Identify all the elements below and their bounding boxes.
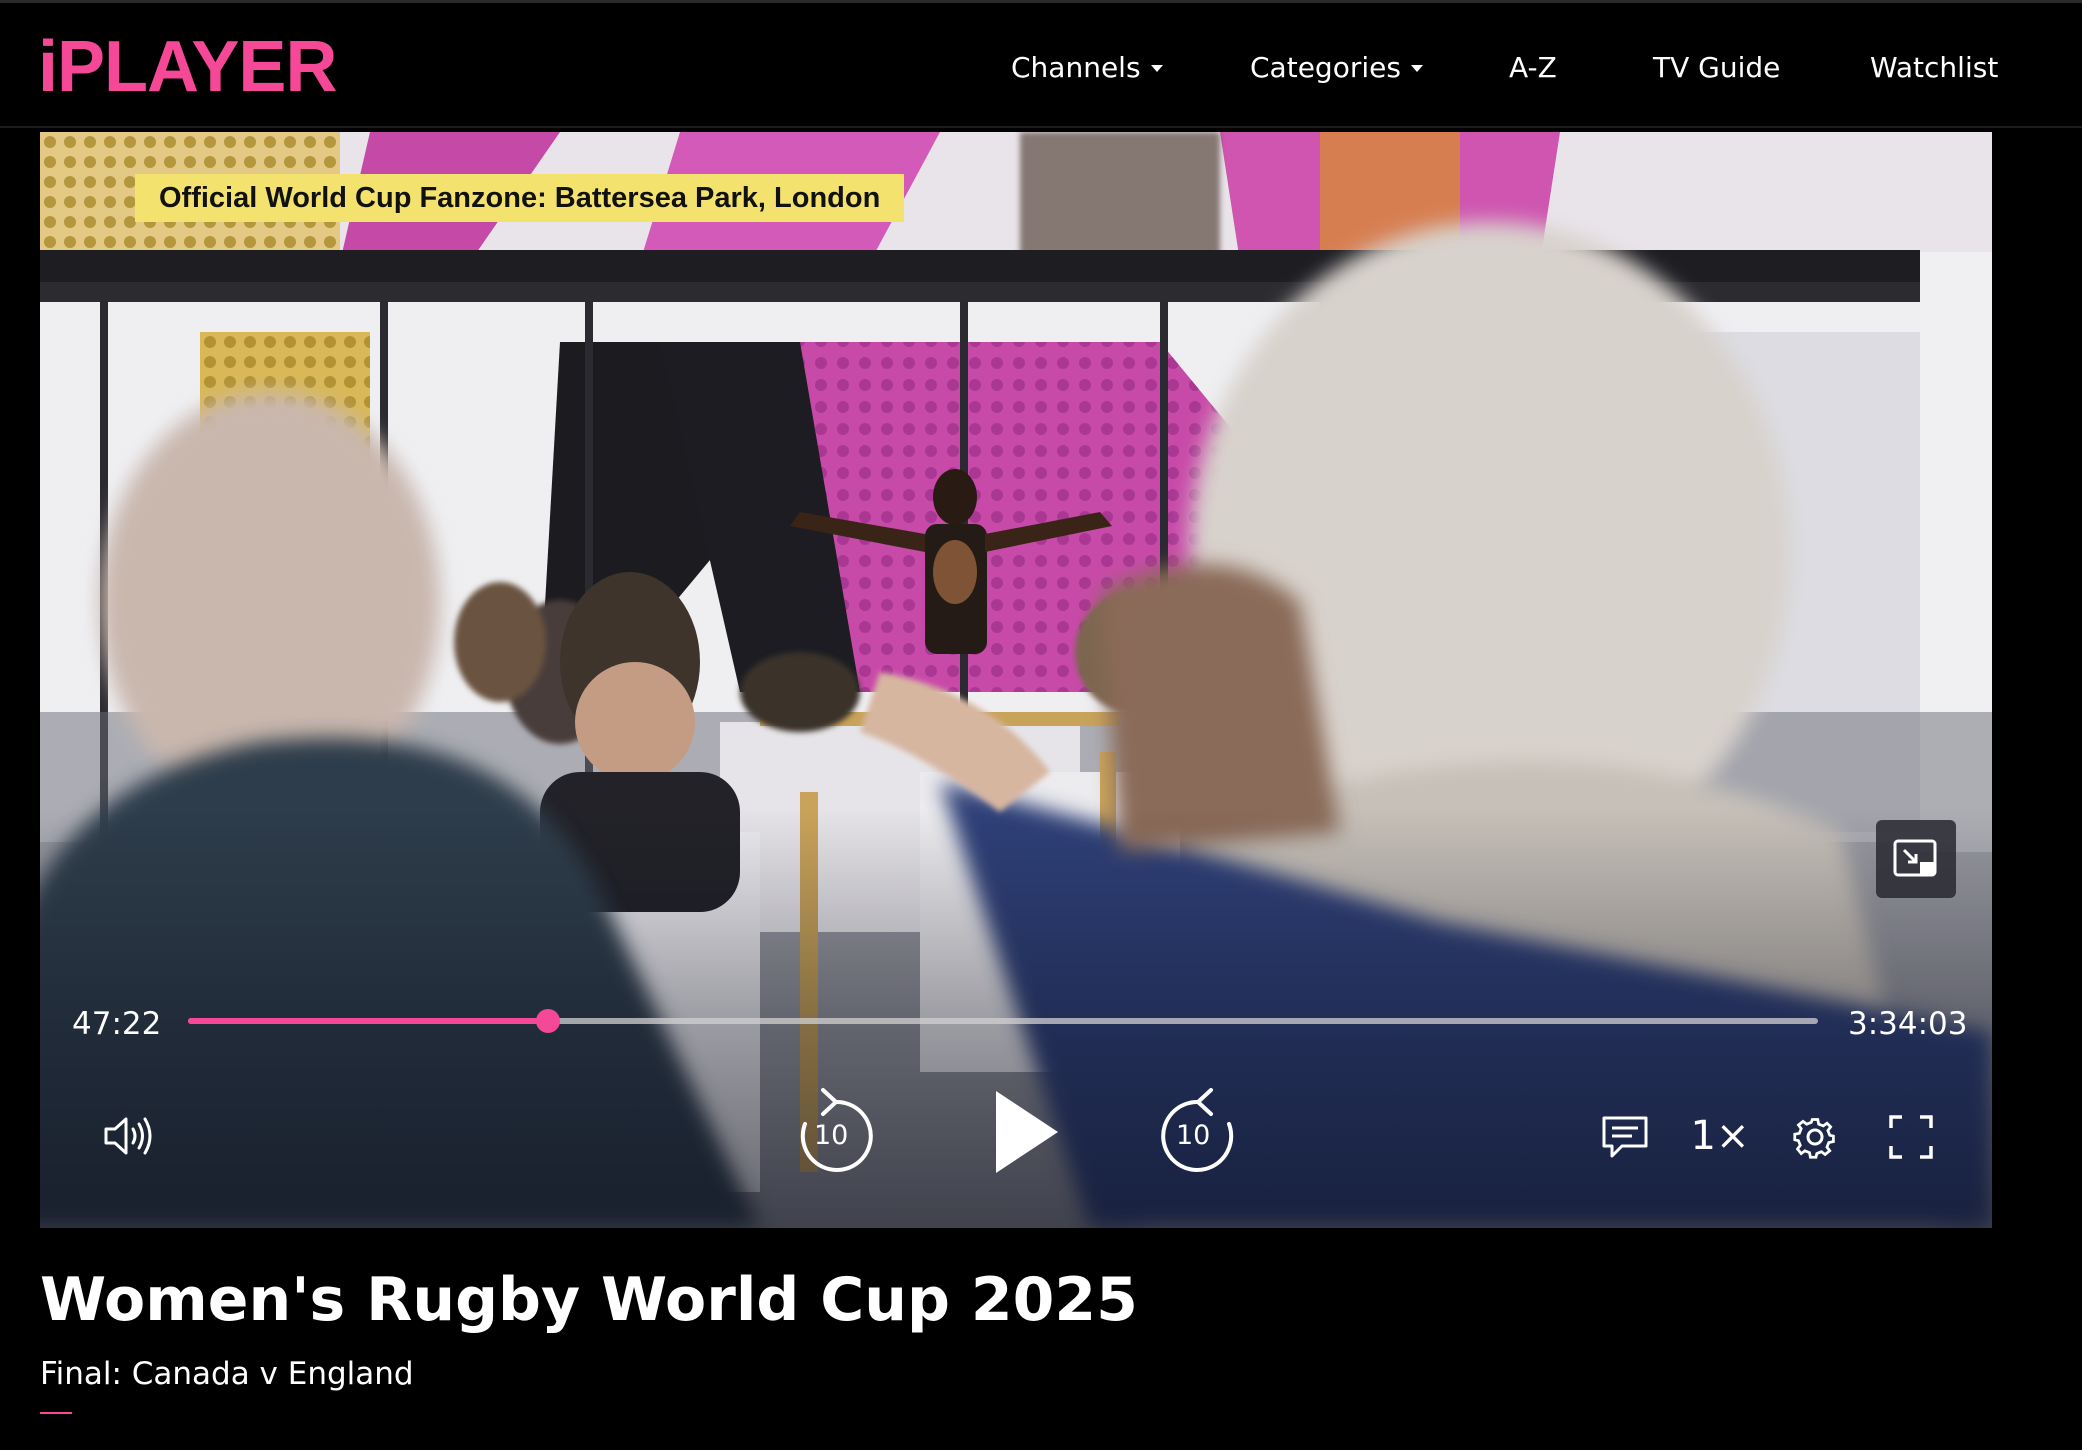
skip-back-seconds: 10 (814, 1120, 849, 1151)
video-player[interactable]: Official World Cup Fanzone: Battersea Pa… (40, 132, 1992, 1228)
total-duration: 3:34:03 (1848, 1006, 1968, 1042)
broadcast-caption: Official World Cup Fanzone: Battersea Pa… (135, 174, 905, 222)
skip-back-button[interactable]: 10 (790, 1084, 882, 1180)
progress-bar[interactable] (188, 1009, 1818, 1033)
nav-tv-guide-label: TV Guide (1653, 50, 1781, 84)
skip-forward-button[interactable]: 10 (1152, 1084, 1244, 1180)
fullscreen-button[interactable] (1876, 1102, 1946, 1172)
nav-a-z-label: A-Z (1509, 50, 1557, 84)
fullscreen-icon (1889, 1115, 1933, 1159)
volume-icon (104, 1117, 152, 1155)
picture-in-picture-icon (1893, 839, 1937, 877)
volume-button[interactable] (96, 1104, 160, 1168)
nav-watchlist-label: Watchlist (1870, 50, 1999, 84)
playback-speed-button[interactable]: 1× (1680, 1098, 1760, 1174)
accent-divider (40, 1412, 72, 1414)
nav-channels[interactable]: Channels (1011, 47, 1163, 87)
subtitles-button[interactable] (1590, 1102, 1660, 1172)
playback-speed-label: 1× (1690, 1113, 1750, 1159)
current-time: 47:22 (72, 1006, 162, 1042)
progress-fill (188, 1018, 549, 1024)
subtitles-icon (1602, 1116, 1648, 1158)
play-button[interactable] (985, 1082, 1065, 1182)
gear-icon (1793, 1118, 1835, 1159)
nav-watchlist[interactable]: Watchlist (1870, 47, 1998, 87)
settings-button[interactable] (1780, 1102, 1850, 1172)
programme-title: Women's Rugby World Cup 2025 (40, 1265, 1138, 1335)
top-navigation-bar: iPLAYER Channels Categories A-Z TV Guide… (0, 0, 2082, 128)
play-icon (996, 1091, 1058, 1173)
picture-in-picture-button[interactable] (1876, 820, 1956, 898)
chevron-down-icon (1150, 64, 1163, 72)
nav-a-z[interactable]: A-Z (1509, 47, 1557, 87)
nav-channels-label: Channels (1011, 50, 1141, 84)
skip-forward-seconds: 10 (1176, 1120, 1211, 1151)
nav-categories[interactable]: Categories (1250, 47, 1423, 87)
iplayer-logo[interactable]: iPLAYER (38, 25, 337, 109)
chevron-down-icon (1410, 64, 1423, 72)
nav-tv-guide[interactable]: TV Guide (1653, 47, 1780, 87)
nav-categories-label: Categories (1250, 50, 1401, 84)
episode-subtitle: Final: Canada v England (40, 1356, 414, 1392)
